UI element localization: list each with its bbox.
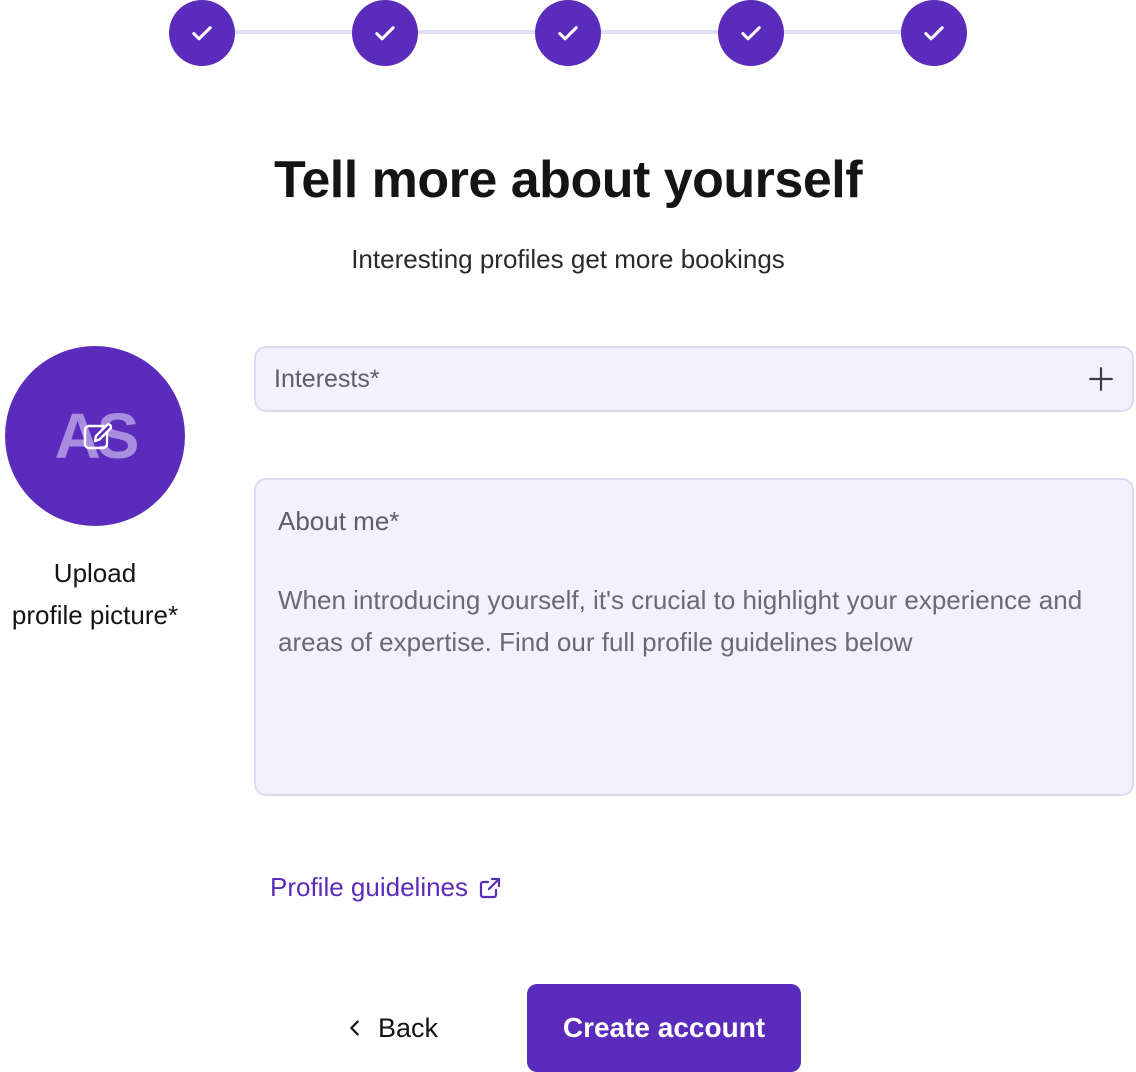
edit-image-icon [83,423,113,450]
check-icon [558,26,578,41]
create-account-button[interactable]: Create account [527,984,801,1072]
profile-guidelines-link[interactable]: Profile guidelines [270,872,502,903]
page-subtitle: Interesting profiles get more bookings [351,244,785,274]
check-icon [924,26,944,41]
avatar-upload-button[interactable]: AS [5,346,185,526]
signup-page: Tell more about yourself Interesting pro… [0,0,1136,1072]
step-1-completed[interactable] [169,0,235,66]
upload-label-line2: profile picture* [11,600,179,630]
step-3-completed[interactable] [535,0,601,66]
plus-icon[interactable] [1088,366,1114,392]
check-icon [192,26,212,41]
back-button[interactable]: Back [344,1004,438,1052]
upload-label-line1: Upload [53,558,137,588]
step-2-completed[interactable] [352,0,418,66]
check-icon [741,26,761,41]
step-4-completed[interactable] [718,0,784,66]
external-link-icon [479,877,501,898]
profile-guidelines-label: Profile guidelines [270,872,469,902]
check-icon [375,26,395,41]
interests-label: Interests* [274,364,380,393]
page-title: Tell more about yourself [273,151,863,209]
back-button-label: Back [378,1012,439,1043]
upload-profile-picture-label: Upload profile picture* [0,552,200,636]
interests-field[interactable]: Interests* [254,346,1134,412]
about-me-textarea[interactable]: About me* When introducing yourself, it'… [254,478,1134,796]
step-5-completed[interactable] [901,0,967,66]
about-me-label: About me* [278,506,400,536]
about-me-placeholder: When introducing yourself, it's crucial … [278,585,1083,657]
chevron-left-icon [350,1020,359,1036]
